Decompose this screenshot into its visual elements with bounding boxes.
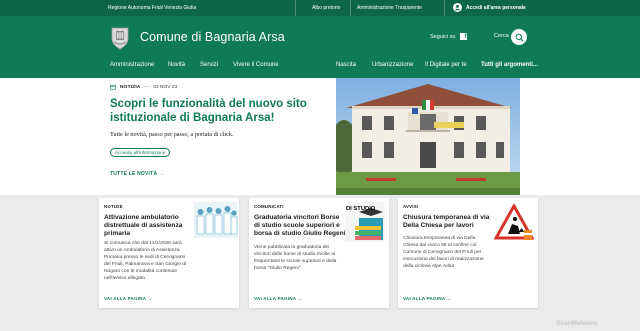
nav-item-nascita[interactable]: Nascita — [336, 62, 356, 68]
user-icon — [453, 3, 462, 12]
desc-line: Comune di Cervignano del Friuli per — [403, 250, 482, 256]
card-description: Si comunica che dal 12/1/2026 sarà attiv… — [104, 240, 186, 283]
hero-description: Tutte le novità, passo per passo, a port… — [110, 131, 234, 138]
region-link[interactable]: Regione Autonoma Friuli Venezia Giulia — [108, 5, 196, 11]
card-category: AVVISI — [403, 204, 419, 209]
doctors-illustration — [194, 202, 238, 243]
amministrazione-trasparente-link[interactable]: Amministrazione Trasparente — [357, 5, 422, 11]
main-nav: Amministrazione Novità Servizi Vivere il… — [0, 56, 640, 78]
albo-pretorio-link[interactable]: Albo pretorio — [312, 5, 340, 11]
town-hall-photo — [336, 78, 520, 195]
card-link-label: VAI ALLA PAGINA — [403, 296, 446, 301]
news-card[interactable]: COMUNICATI Graduatoria vincitori Borse d… — [249, 198, 389, 308]
thumb-caption: DI STUDIO — [346, 206, 376, 212]
desc-line: borsa "Giulio Regeni" — [254, 266, 301, 272]
card-title[interactable]: Chiusura temporanea di via Della Chiesa … — [403, 214, 493, 230]
municipality-crest-icon[interactable] — [110, 26, 130, 50]
divider — [350, 0, 351, 16]
search-icon — [515, 33, 523, 41]
search-label: Cerca — [494, 33, 509, 39]
desc-line: esecuzione dei lavori di realizzazione — [403, 257, 484, 263]
desc-line: Chiusura temporanea di via Della — [403, 236, 476, 241]
facebook-icon[interactable]: f — [460, 33, 468, 40]
news-card[interactable]: NOTIZIE Attivazione ambulatorio distrett… — [99, 198, 239, 308]
desc-line: frequentanti le scuole superiori e della — [254, 259, 337, 265]
separator-dash: — — [144, 84, 150, 90]
hero-type: NOTIZIA — [120, 84, 141, 90]
login-label: Accedi all'area personale — [466, 4, 526, 11]
desc-line: Viene pubblicata la graduatoria dei — [254, 245, 330, 250]
desc-line: della ciclovia Alpe Adria — [403, 264, 455, 270]
divider — [444, 0, 445, 16]
desc-line: Chiesa dal civico 35 al confine col — [403, 243, 477, 249]
card-category: COMUNICATI — [254, 204, 284, 209]
arrow-right-icon: → — [446, 296, 452, 301]
hero-date: 03 NOV 23 — [153, 84, 178, 90]
nav-item-servizi[interactable]: Servizi — [200, 62, 218, 68]
card-link[interactable]: VAI ALLA PAGINA → — [254, 296, 302, 301]
desc-line: del Friuli, Palmanova e San Giorgio di — [104, 262, 187, 268]
card-link-label: VAI ALLA PAGINA — [254, 296, 297, 301]
desc-line: Primaria presso le sedi di Cervignano — [104, 255, 186, 261]
nav-item-vivere-il-comune[interactable]: Vivere il Comune — [233, 62, 279, 68]
card-title[interactable]: Graduatoria vincitori Borse di studio sc… — [254, 214, 346, 239]
desc-line: Si comunica che dal 12/1/2026 sarà — [104, 241, 182, 246]
card-link[interactable]: VAI ALLA PAGINA → — [403, 296, 451, 301]
arrow-right-icon: → — [147, 296, 153, 301]
card-description: Viene pubblicata la graduatoria dei vinc… — [254, 244, 336, 272]
hero-title[interactable]: Scopri le funzionalità del nuovo sito is… — [110, 97, 310, 125]
card-link-label: VAI ALLA PAGINA — [104, 296, 147, 301]
desc-line: attivo un Ambulatorio di Assistenza — [104, 248, 180, 254]
follow-label: Seguici su — [430, 33, 456, 40]
nav-item-amministrazione[interactable]: Amministrazione — [110, 62, 154, 68]
calendar-icon — [110, 84, 116, 90]
nav-item-urbanizzazione[interactable]: Urbanizzazione — [372, 62, 413, 68]
card-category: NOTIZIE — [104, 204, 123, 209]
arrow-right-icon: → — [158, 171, 164, 177]
watermark: ScanMalware — [556, 320, 598, 327]
all-news-link[interactable]: TUTTE LE NOVITÀ → — [110, 171, 164, 177]
card-link[interactable]: VAI ALLA PAGINA → — [104, 296, 152, 301]
card-description: Chiusura temporanea di via Della Chiesa … — [403, 235, 484, 270]
site-title[interactable]: Comune di Bagnaria Arsa — [140, 30, 285, 44]
top-bar: Regione Autonoma Friuli Venezia Giulia A… — [0, 0, 640, 16]
topic-chip[interactable]: Accesso all'informazione — [110, 148, 171, 157]
login-button[interactable]: Accedi all'area personale — [453, 3, 526, 12]
nav-item-tutti-argomenti[interactable]: Tutti gli argomenti... — [481, 62, 538, 68]
desc-line: nell'avviso allegato. — [104, 276, 147, 282]
hero-meta: NOTIZIA — 03 NOV 23 — [110, 84, 177, 90]
arrow-right-icon: → — [297, 296, 303, 301]
nav-item-novita[interactable]: Novità — [168, 62, 185, 68]
hero-section — [0, 78, 640, 195]
nav-item-digitale[interactable]: Il Digitale per te — [425, 62, 467, 68]
search-button[interactable] — [511, 29, 527, 45]
social-follow: Seguici su f — [430, 33, 468, 40]
desc-line: vincitori delle borse di studio rivolte … — [254, 252, 336, 258]
divider — [295, 0, 296, 16]
card-title[interactable]: Attivazione ambulatorio distrettuale di … — [104, 214, 190, 239]
news-card[interactable]: AVVISI Chiusura temporanea di via Della … — [398, 198, 538, 308]
desc-line: Nogaro con le modalità contenute — [104, 269, 178, 275]
all-news-label: TUTTE LE NOVITÀ — [110, 171, 158, 177]
roadwork-sign-icon — [493, 202, 535, 247]
